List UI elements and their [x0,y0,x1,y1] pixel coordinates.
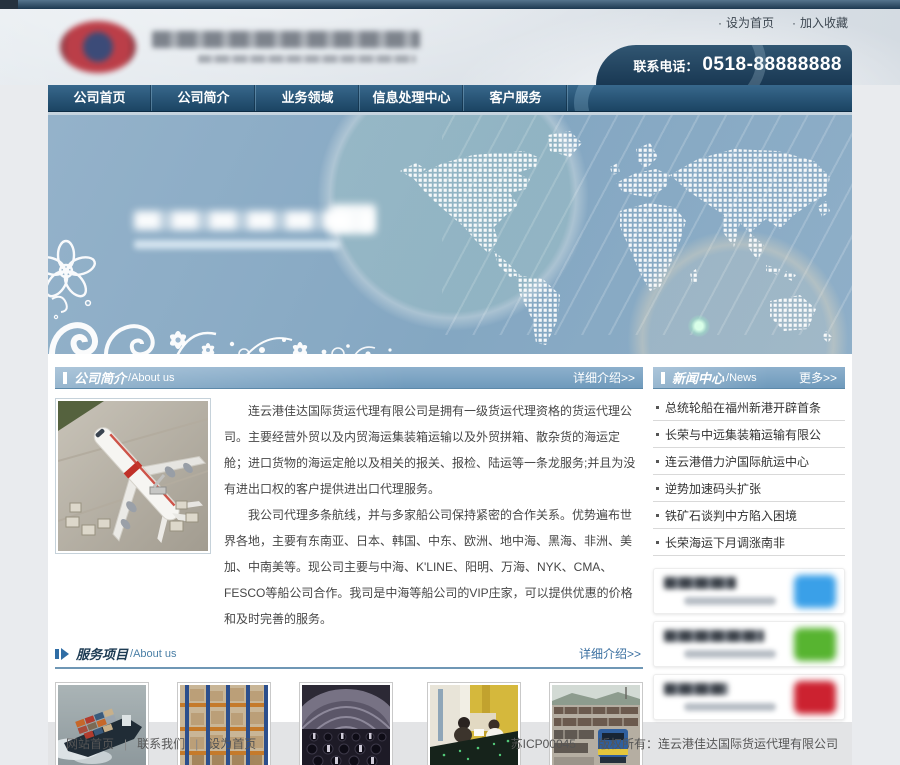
logo-oval-icon [60,21,136,73]
nav-item-about[interactable]: 公司简介 [152,85,256,111]
page: ·设为首页 ·加入收藏 联系电话： 0518-88888888 公司首页 公司简… [0,0,900,765]
news-title: 新闻中心 [672,368,724,387]
bullet-icon: · [718,16,722,30]
quick-links: ·设为首页 ·加入收藏 [718,14,848,31]
main-nav: 公司首页 公司简介 业务领域 信息处理中心 客户服务 [48,85,852,112]
service-card-inspection[interactable]: 专业报检/报关 [427,682,521,765]
hero-banner [48,115,852,354]
bullet-icon [656,487,659,490]
services-more-link[interactable]: 详细介绍>> [579,645,641,662]
news-item[interactable]: 总统轮船在福州新港开辟首条 [653,394,845,421]
contact-phone-band: 联系电话： 0518-88888888 [596,45,852,85]
nav-item-info-center[interactable]: 信息处理中心 [360,85,464,111]
right-column: 新闻中心 /News 更多>> 总统轮船在福州新港开辟首条 长荣与中远集装箱运输… [653,367,845,722]
top-bar [0,0,900,9]
about-title: 公司简介 [74,368,126,387]
double-arrow-icon [55,648,70,660]
news-item[interactable]: 铁矿石谈判中方陷入困境 [653,502,845,529]
header: ·设为首页 ·加入收藏 联系电话： 0518-88888888 [0,9,900,85]
copyright-text: 版权所有：连云港佳达国际货运代理有限公司 [598,735,838,752]
contact-widget-blurred[interactable] [653,621,845,667]
news-title-en: /News [726,372,757,384]
nav-item-home[interactable]: 公司首页 [48,85,152,111]
bullet-icon [656,514,659,517]
about-more-link[interactable]: 详细介绍>> [573,369,635,386]
footer-link-contact[interactable]: 联系我们 [137,735,185,752]
left-column: 公司简介 /About us 详细介绍>> [55,367,643,722]
service-card-bulk-chartering[interactable]: 散杂货租船定舱 [177,682,271,765]
nav-item-business[interactable]: 业务领域 [256,85,360,111]
footer-link-set-homepage[interactable]: 设为首页 [208,735,256,752]
warehouse-racks-photo [177,682,271,765]
dotted-world-map-icon [398,123,850,353]
cargo-plane-photo[interactable] [55,398,211,554]
header-tick-icon [661,372,665,384]
icp-number: 苏ICP00045 [511,735,576,752]
services-section-header: 服务项目 /About us 详细介绍>> [55,644,643,669]
news-section-header: 新闻中心 /News 更多>> [653,367,845,389]
warehouse-interior-photo [299,682,393,765]
service-card-warehousing[interactable]: 仓储/综合物流服务 [299,682,398,765]
set-homepage-link[interactable]: ·设为首页 [718,14,774,31]
services-title: 服务项目 [76,644,128,663]
about-paragraph-2: 我公司代理多条航线，并与多家船公司保持紧密的合作关系。优势遍布世界各地，主要有东… [224,502,643,632]
footer-links: 网站首页 | 联系我们 | 设为首页 [66,735,256,752]
contact-widget-blurred[interactable] [653,674,845,720]
services-title-en: /About us [130,648,176,660]
bullet-icon [656,433,659,436]
news-item[interactable]: 逆势加速码头扩张 [653,475,845,502]
rail-yard-photo [549,682,643,765]
news-item[interactable]: 连云港借力沪国际航运中心 [653,448,845,475]
footer-link-home[interactable]: 网站首页 [66,735,114,752]
nav-item-customer-service[interactable]: 客户服务 [464,85,568,111]
about-row: 连云港佳达国际货运代理有限公司是拥有一级货运代理资格的货运代理公司。主要经营外贸… [55,398,643,632]
service-card-container-shipping[interactable]: 集装箱海运代理 [55,682,149,765]
news-more-link[interactable]: 更多>> [799,369,837,386]
about-paragraph-1: 连云港佳达国际货运代理有限公司是拥有一级货运代理资格的货运代理公司。主要经营外贸… [224,398,643,502]
red-contact-badge-icon [794,681,836,714]
news-item[interactable]: 长荣与中远集装箱运输有限公 [653,421,845,448]
about-paragraphs: 连云港佳达国际货运代理有限公司是拥有一级货运代理资格的货运代理公司。主要经营外贸… [224,398,643,632]
bullet-icon [656,541,659,544]
bullet-icon [656,460,659,463]
service-card-domestic-transport[interactable]: 内贸运输 [549,682,643,765]
main-content: 公司简介 /About us 详细介绍>> [48,354,852,722]
company-logo [60,21,420,73]
services-row: 集装箱海运代理 [55,682,643,765]
footer-copyright: 苏ICP00045 版权所有：连云港佳达国际货运代理有限公司 [511,735,838,752]
blue-contact-badge-icon [794,575,836,608]
contact-widget-blurred[interactable] [653,568,845,614]
floral-swirl-decoration-icon [48,232,408,354]
news-list: 总统轮船在福州新港开辟首条 长荣与中远集装箱运输有限公 连云港借力沪国际航运中心… [653,394,845,556]
bullet-icon: · [792,16,796,30]
inspection-office-photo [427,682,521,765]
add-favorite-link[interactable]: ·加入收藏 [792,14,848,31]
phone-label: 联系电话： [633,56,698,75]
bullet-icon [656,406,659,409]
green-contact-badge-icon [794,628,836,661]
about-section-header: 公司简介 /About us 详细介绍>> [55,367,643,389]
news-item[interactable]: 长荣海运下月调涨南非 [653,529,845,556]
banner-slogan-blurred [134,211,372,249]
contact-widgets [653,568,845,720]
about-title-en: /About us [128,372,174,384]
phone-number: 0518-88888888 [702,54,842,76]
company-name-blurred [152,31,420,63]
header-tick-icon [63,372,67,384]
container-ship-photo [55,682,149,765]
